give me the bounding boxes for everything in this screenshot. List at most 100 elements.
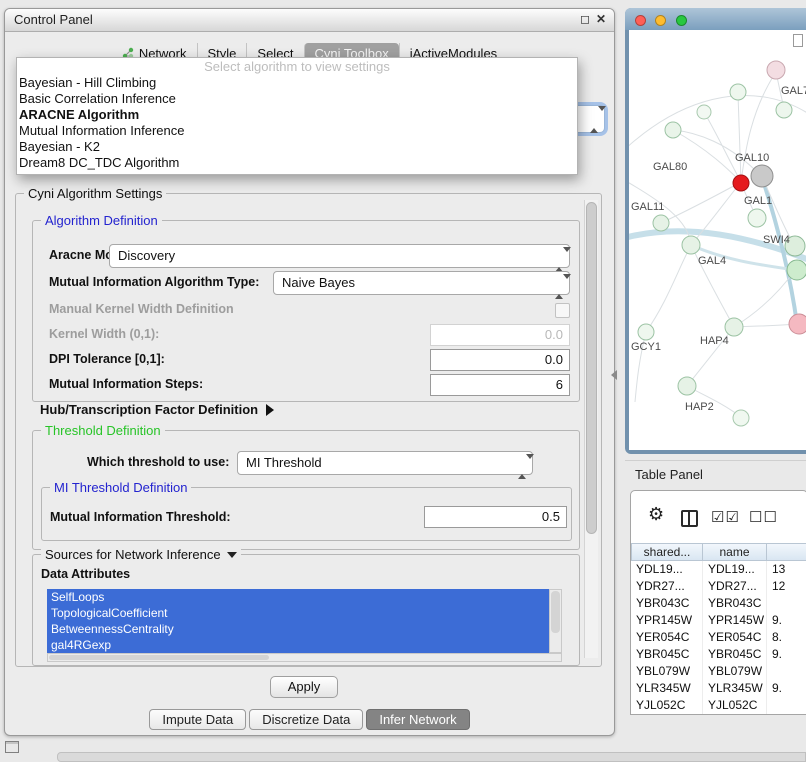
network-node[interactable] (697, 105, 711, 119)
table-row[interactable]: YBL079WYBL079W (631, 663, 806, 680)
table-header-row: shared...name (631, 543, 806, 561)
algorithm-option-basic-correlation-inference[interactable]: Basic Correlation Inference (17, 91, 577, 107)
column-header-shared-[interactable]: shared... (631, 543, 703, 561)
network-node[interactable] (725, 318, 743, 336)
combo-stepper-icon (555, 276, 564, 298)
network-edge (738, 94, 741, 182)
table-cell: YJL052C (631, 697, 703, 714)
algorithm-option-aracne-algorithm[interactable]: ARACNE Algorithm (17, 107, 577, 123)
settings-vertical-scrollbar[interactable] (584, 200, 598, 658)
data-attributes-list[interactable]: SelfLoopsTopologicalCoefficientBetweenne… (47, 589, 562, 653)
threshold-definition-title: Threshold Definition (41, 423, 165, 438)
bottom-tab-discretize-data[interactable]: Discretize Data (249, 709, 363, 730)
column-header-2[interactable] (767, 543, 806, 561)
network-node[interactable] (678, 377, 696, 395)
network-node[interactable] (665, 122, 681, 138)
network-node[interactable] (730, 84, 746, 100)
bottom-tab-infer-network[interactable]: Infer Network (366, 709, 469, 730)
node-label-hap4: HAP4 (700, 335, 729, 347)
network-view-window[interactable]: GAL7GAL80GAL10GAL11GAL1SWI4GAL4GCY1HAP4H… (625, 8, 806, 454)
table-cell: 8. (767, 629, 806, 646)
table-cell: 9. (767, 612, 806, 629)
table-row[interactable]: YER054CYER054C8. (631, 629, 806, 646)
table-cell (767, 595, 806, 612)
horizontal-scrollbar[interactable] (57, 752, 806, 762)
network-canvas[interactable]: GAL7GAL80GAL10GAL11GAL1SWI4GAL4GCY1HAP4H… (629, 30, 806, 450)
table-cell (767, 663, 806, 680)
mi-steps-input[interactable]: 6 (430, 374, 570, 396)
data-attributes-label: Data Attributes (41, 567, 130, 581)
node-label-gal11: GAL11 (631, 201, 664, 213)
algorithm-option-mutual-information-inference[interactable]: Mutual Information Inference (17, 123, 577, 139)
algorithm-option-dream8-dc-tdc-algorithm[interactable]: Dream8 DC_TDC Algorithm (17, 155, 577, 171)
network-node[interactable] (682, 236, 700, 254)
network-node[interactable] (767, 61, 785, 79)
attributes-vertical-scrollbar[interactable] (549, 589, 562, 653)
table-cell: YLR345W (703, 680, 767, 697)
node-label-gal4: GAL4 (698, 255, 726, 267)
network-window-titlebar[interactable] (625, 8, 806, 30)
attribute-item-selfloops[interactable]: SelfLoops (47, 589, 549, 605)
columns-icon[interactable] (681, 510, 698, 527)
minimize-traffic-light-icon[interactable] (655, 15, 666, 26)
panel-splitter-arrow[interactable] (611, 370, 617, 380)
attributes-horizontal-scrollbar[interactable] (47, 653, 562, 662)
table-row[interactable]: YDL19...YDL19...13 (631, 561, 806, 578)
table-cell: YDR27... (703, 578, 767, 595)
network-node[interactable] (751, 165, 773, 187)
network-node[interactable] (733, 175, 749, 191)
aracne-mode-select[interactable]: Discovery (109, 244, 570, 268)
table-cell: YPR145W (703, 612, 767, 629)
which-threshold-select[interactable]: MI Threshold (237, 451, 533, 475)
hub-definition-expander[interactable]: Hub/Transcription Factor Definition (40, 402, 274, 417)
algorithm-option-bayesian-k2[interactable]: Bayesian - K2 (17, 139, 577, 155)
table-row[interactable]: YBR045CYBR045C9. (631, 646, 806, 663)
network-node[interactable] (733, 410, 749, 426)
table-row[interactable]: YJL052CYJL052C (631, 697, 806, 714)
mi-threshold-group: MI Threshold Definition Mutual Informati… (41, 487, 572, 541)
attribute-item-betweennesscentrality[interactable]: BetweennessCentrality (47, 621, 549, 637)
aracne-mode-value: Discovery (118, 248, 175, 263)
table-row[interactable]: YBR043CYBR043C (631, 595, 806, 612)
expand-right-arrow-icon (266, 404, 274, 416)
attribute-item-topologicalcoefficient[interactable]: TopologicalCoefficient (47, 605, 549, 621)
combo-stepper-icon (518, 456, 527, 478)
panel-corner-icon[interactable] (5, 741, 19, 753)
table-row[interactable]: YDR27...YDR27...12 (631, 578, 806, 595)
network-edge (646, 245, 691, 332)
table-row[interactable]: YLR345WYLR345W9. (631, 680, 806, 697)
table-cell: YBL079W (703, 663, 767, 680)
network-node[interactable] (789, 314, 806, 334)
deselect-checks-icon[interactable]: ☐☐ (749, 508, 778, 526)
float-window-icon[interactable]: ◻ (580, 12, 590, 26)
algorithm-option-bayesian-hill-climbing[interactable]: Bayesian - Hill Climbing (17, 75, 577, 91)
network-node[interactable] (653, 215, 669, 231)
node-label-gal80: GAL80 (653, 161, 687, 173)
attribute-item-gal4rgexp[interactable]: gal4RGexp (47, 637, 549, 653)
popup-item-list: Bayesian - Hill ClimbingBasic Correlatio… (17, 75, 577, 171)
gear-icon[interactable]: ⚙ (648, 504, 665, 525)
control-panel-titlebar[interactable]: Control Panel ◻ ✕ (5, 9, 614, 32)
close-traffic-light-icon[interactable] (635, 15, 646, 26)
close-icon[interactable]: ✕ (596, 12, 606, 26)
table-cell: YER054C (631, 629, 703, 646)
sources-group-title[interactable]: Sources for Network Inference (41, 547, 241, 562)
select-checks-icon[interactable]: ☑☑ (711, 508, 740, 526)
network-node[interactable] (638, 324, 654, 340)
table-body: YDL19...YDL19...13YDR27...YDR27...12YBR0… (631, 561, 806, 714)
node-label-gal10: GAL10 (735, 152, 769, 164)
mi-threshold-input[interactable]: 0.5 (424, 506, 567, 528)
table-cell: YPR145W (631, 612, 703, 629)
table-row[interactable]: YPR145WYPR145W9. (631, 612, 806, 629)
column-header-name[interactable]: name (703, 543, 767, 561)
dpi-tolerance-input[interactable]: 0.0 (430, 349, 570, 371)
apply-button[interactable]: Apply (270, 676, 338, 698)
mi-type-select[interactable]: Naive Bayes (273, 271, 570, 295)
zoom-traffic-light-icon[interactable] (676, 15, 687, 26)
network-node[interactable] (748, 209, 766, 227)
sources-group: Sources for Network Inference Data Attri… (32, 554, 580, 666)
manual-kernel-checkbox (555, 303, 570, 318)
network-node[interactable] (776, 102, 792, 118)
network-node[interactable] (787, 260, 806, 280)
bottom-tab-impute-data[interactable]: Impute Data (149, 709, 246, 730)
